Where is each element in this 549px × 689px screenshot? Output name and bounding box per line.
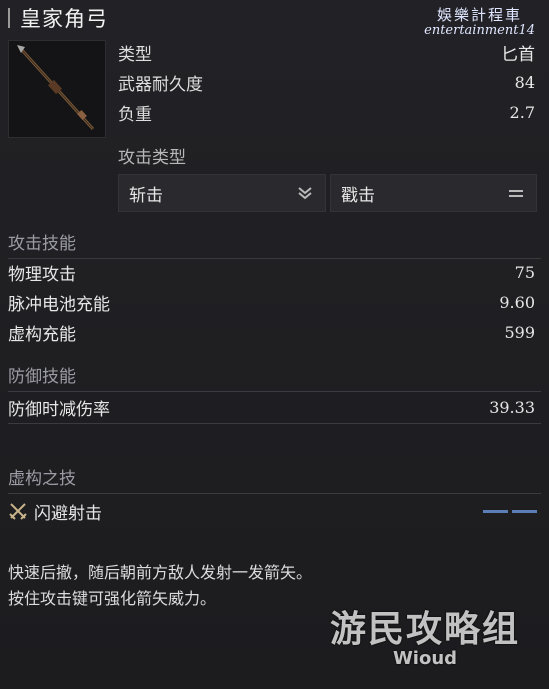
double-chevron-down-icon xyxy=(295,186,315,200)
stat-type-value: 匕首 xyxy=(501,44,535,65)
attack-skill-label: 物理攻击 xyxy=(8,264,76,285)
watermark-top: 娛樂計程車 entertainment14 xyxy=(424,4,535,38)
watermark-top-line2: entertainment14 xyxy=(424,23,535,38)
stat-type-label: 类型 xyxy=(118,44,152,65)
fable-skill-heading: 虚构之技 xyxy=(8,464,541,494)
charge-bar xyxy=(512,509,537,513)
stat-durability-label: 武器耐久度 xyxy=(118,74,203,95)
attack-skills-heading: 攻击技能 xyxy=(8,229,541,259)
stat-durability-value: 84 xyxy=(514,72,535,92)
watermark-bottom: 游民攻略组 Wioud xyxy=(330,600,520,669)
fable-skill-name: 闪避射击 xyxy=(34,503,102,524)
attack-skill-row-3: 虚构充能 599 xyxy=(8,318,535,346)
title-bar: 皇家角弓 xyxy=(8,4,108,32)
attack-skill-row-2: 脉冲电池充能 9.60 xyxy=(8,288,535,316)
attack-skill-label: 脉冲电池充能 xyxy=(8,294,110,315)
attack-type-option2: 戳击 xyxy=(341,185,375,206)
stat-type: 类型 匕首 xyxy=(118,38,535,66)
attack-type-option1: 斩击 xyxy=(129,185,163,206)
item-details-panel: 皇家角弓 娛樂計程車 entertainment14 类型 匕首 武器耐久度 8… xyxy=(0,0,549,689)
defense-skill-label: 防御时减伤率 xyxy=(8,399,110,420)
divider xyxy=(8,423,541,424)
charge-bar xyxy=(483,509,508,513)
crossed-swords-icon xyxy=(8,501,28,521)
defense-skill-row-1: 防御时减伤率 39.33 xyxy=(8,393,535,421)
defense-skill-value: 39.33 xyxy=(489,397,535,417)
item-thumbnail xyxy=(8,40,106,138)
stat-weight-value: 2.7 xyxy=(509,102,535,122)
skill-description: 快速后撤，随后朝前方敌人发射一发箭矢。 按住攻击键可强化箭矢威力。 xyxy=(8,560,312,612)
watermark-top-line1: 娛樂計程車 xyxy=(437,6,523,24)
stat-weight-label: 负重 xyxy=(118,104,152,125)
attack-type-label: 攻击类型 xyxy=(118,148,186,168)
fable-skill-row[interactable]: 闪避射击 xyxy=(8,497,537,525)
skill-charge-bars xyxy=(483,509,537,513)
description-line-2: 按住攻击键可强化箭矢威力。 xyxy=(8,589,217,608)
attack-skill-row-1: 物理攻击 75 xyxy=(8,258,535,286)
attack-skill-value: 75 xyxy=(514,262,535,282)
attack-type-slash-dropdown[interactable]: 斩击 xyxy=(118,174,326,212)
description-line-1: 快速后撤，随后朝前方敌人发射一发箭矢。 xyxy=(8,563,313,582)
attack-skill-value: 599 xyxy=(504,322,535,342)
stat-weight: 负重 2.7 xyxy=(118,98,535,126)
item-name: 皇家角弓 xyxy=(20,7,108,31)
title-mark xyxy=(8,8,10,28)
attack-skill-label: 虚构充能 xyxy=(8,324,76,345)
equals-icon xyxy=(506,186,526,200)
defense-skills-heading: 防御技能 xyxy=(8,362,541,392)
stat-durability: 武器耐久度 84 xyxy=(118,68,535,96)
attack-skill-value: 9.60 xyxy=(499,292,535,312)
attack-type-thrust-dropdown[interactable]: 戳击 xyxy=(330,174,537,212)
watermark-bottom-cn: 游民攻略组 xyxy=(330,609,521,650)
bow-icon xyxy=(17,45,95,131)
